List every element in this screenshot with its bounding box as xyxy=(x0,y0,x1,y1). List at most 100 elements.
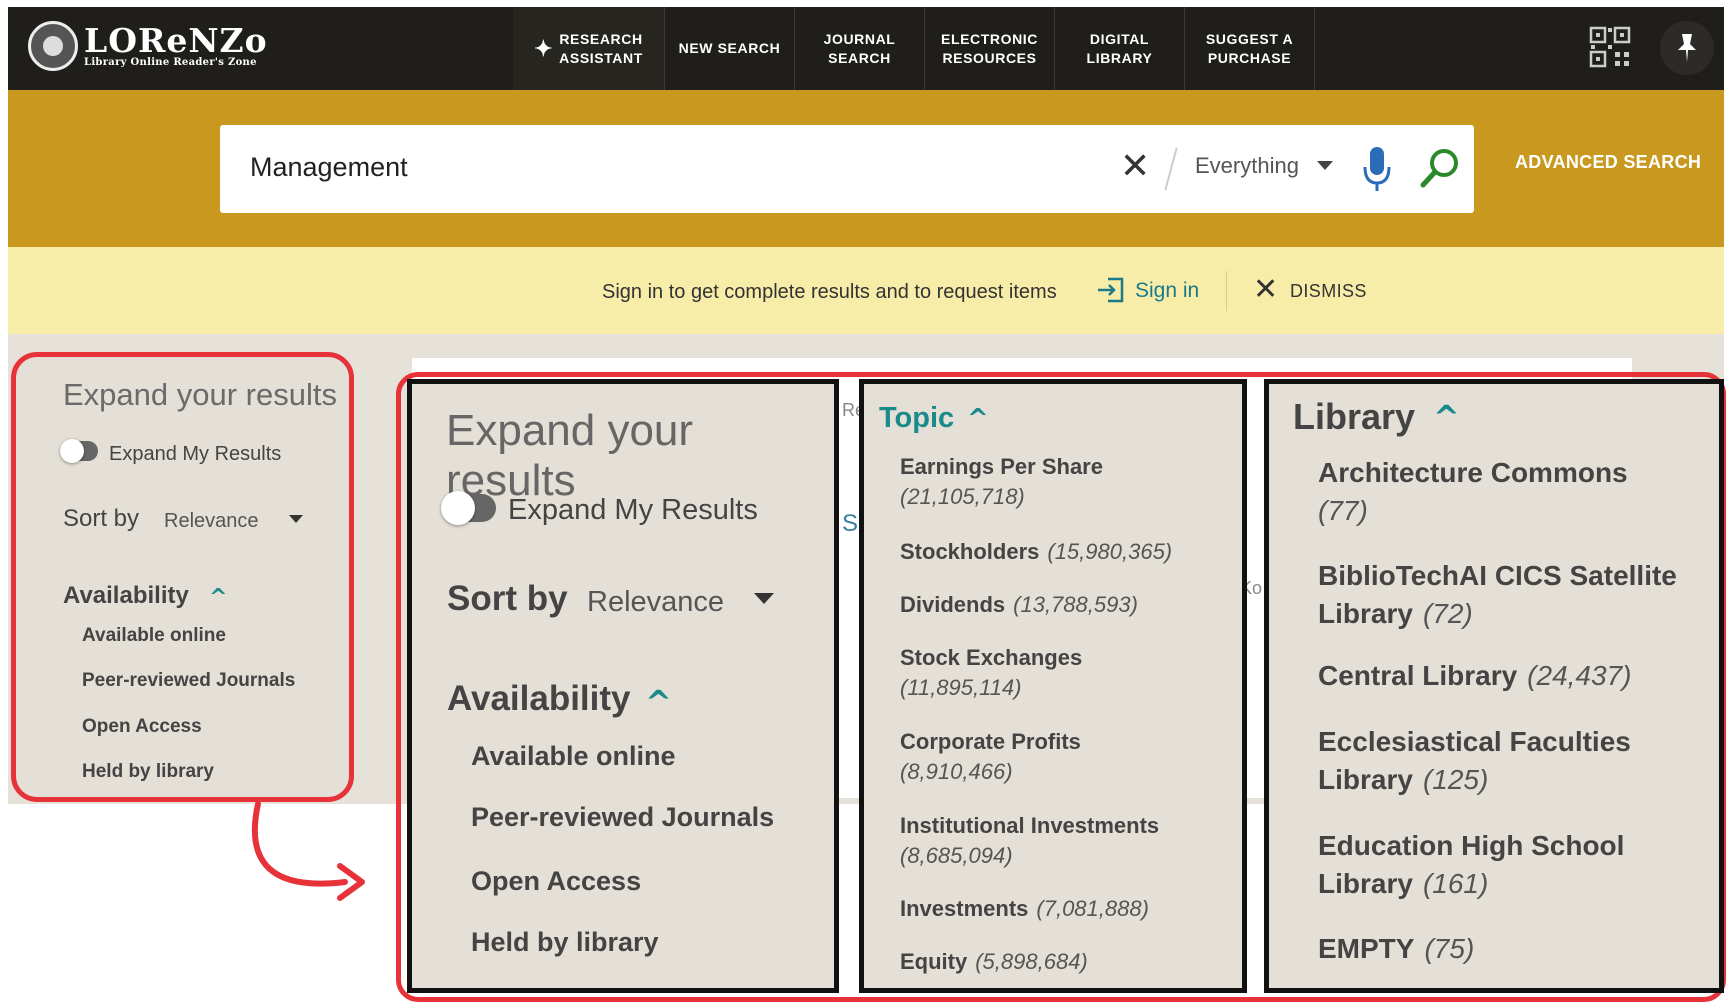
search-band: Management ✕ Everything ADVANCED SEARCH xyxy=(8,90,1724,247)
topic-heading[interactable]: Topic xyxy=(879,402,954,435)
availability-item[interactable]: Peer-reviewed Journals xyxy=(471,802,774,833)
sort-by-label: Sort by xyxy=(63,505,140,532)
facet-panel-original: Expand your results Expand My Results So… xyxy=(11,352,354,802)
chevron-down-icon[interactable] xyxy=(1317,161,1333,170)
chevron-up-icon[interactable]: ^ xyxy=(1433,398,1460,436)
topic-item[interactable]: Equity (5,898,684) xyxy=(900,947,1230,977)
availability-item[interactable]: Held by library xyxy=(471,927,659,958)
topic-item[interactable]: Dividends (13,788,593) xyxy=(900,590,1230,620)
nav-research-assistant[interactable]: ✦ RESEARCH ASSISTANT xyxy=(513,7,665,90)
nav-label: DIGITAL LIBRARY xyxy=(1086,30,1153,66)
qr-code-icon[interactable] xyxy=(1588,25,1632,69)
expand-results-title: Expand your results xyxy=(446,406,694,505)
topic-item-name: Investments xyxy=(900,896,1029,921)
topic-item-count: (15,980,365) xyxy=(1047,539,1173,564)
top-navigation-bar: LOReNZo Library Online Reader's Zone ✦ R… xyxy=(8,7,1724,90)
topic-item[interactable]: Institutional Investments (8,685,094) xyxy=(900,811,1230,871)
nav-journal-search[interactable]: JOURNAL SEARCH xyxy=(795,7,925,90)
topic-item-name: Equity xyxy=(900,949,968,974)
library-item[interactable]: BiblioTechAI CICS Satellite Library (72) xyxy=(1318,557,1718,633)
expand-my-results-toggle[interactable] xyxy=(60,439,98,463)
library-heading[interactable]: Library xyxy=(1293,396,1415,438)
library-item-count: (24,437) xyxy=(1527,660,1632,691)
library-item-count: (72) xyxy=(1422,598,1473,629)
availability-heading[interactable]: Availability xyxy=(447,679,631,719)
search-icon[interactable] xyxy=(1418,145,1462,193)
sign-in-link[interactable]: Sign in xyxy=(1135,279,1199,303)
logo[interactable]: LOReNZo Library Online Reader's Zone xyxy=(28,21,268,71)
toggle-knob xyxy=(441,491,475,525)
sparkle-icon: ✦ xyxy=(534,36,554,61)
nav-label: JOURNAL SEARCH xyxy=(823,30,896,66)
topic-item-count: (7,081,888) xyxy=(1036,896,1149,921)
toggle-knob xyxy=(60,439,84,463)
availability-heading[interactable]: Availability xyxy=(63,582,189,610)
nav-electronic-resources[interactable]: ELECTRONIC RESOURCES xyxy=(925,7,1055,90)
topic-item-count: (21,105,718) xyxy=(900,484,1025,509)
signin-message: Sign in to get complete results and to r… xyxy=(602,281,1057,303)
library-item-name: Central Library xyxy=(1318,660,1518,691)
nav-label: SUGGEST A PURCHASE xyxy=(1205,30,1294,66)
chevron-up-icon[interactable]: ^ xyxy=(645,683,672,721)
availability-item[interactable]: Available online xyxy=(82,625,226,647)
toggle-label: Expand My Results xyxy=(109,443,282,465)
availability-item[interactable]: Available online xyxy=(471,741,676,772)
logo-seal-icon xyxy=(28,21,78,71)
search-scope-select[interactable]: Everything xyxy=(1195,153,1299,179)
search-input[interactable]: Management xyxy=(250,152,408,183)
callout-arrow xyxy=(251,801,365,901)
availability-item[interactable]: Held by library xyxy=(82,761,214,783)
topic-item-count: (5,898,684) xyxy=(975,949,1088,974)
topic-item-name: Dividends xyxy=(900,592,1006,617)
library-item[interactable]: EMPTY (75) xyxy=(1318,930,1718,968)
topic-item[interactable]: Earnings Per Share (21,105,718) xyxy=(900,452,1230,512)
sign-in-icon[interactable] xyxy=(1096,275,1126,305)
topic-item-count: (8,685,094) xyxy=(900,843,1013,868)
chevron-down-icon[interactable] xyxy=(754,593,774,604)
expand-my-results-toggle[interactable] xyxy=(441,491,496,525)
facet-panel-zoomed: Expand your results Expand My Results So… xyxy=(407,379,839,993)
sort-select[interactable]: Relevance xyxy=(164,510,259,533)
toggle-label: Expand My Results xyxy=(508,494,758,526)
advanced-search-link[interactable]: ADVANCED SEARCH xyxy=(1515,152,1701,173)
nav-new-search[interactable]: NEW SEARCH xyxy=(665,7,795,90)
availability-item[interactable]: Open Access xyxy=(471,866,641,897)
nav-label: RESEARCH ASSISTANT xyxy=(559,30,643,66)
microphone-icon[interactable] xyxy=(1360,145,1394,193)
topic-item[interactable]: Stock Exchanges (11,895,114) xyxy=(900,643,1230,703)
library-item-count: (77) xyxy=(1318,495,1368,526)
topic-item[interactable]: Investments (7,081,888) xyxy=(900,894,1230,924)
library-item-name: BiblioTechAI CICS Satellite Library xyxy=(1318,560,1677,629)
search-box: Management ✕ Everything xyxy=(220,125,1474,213)
nav-digital-library[interactable]: DIGITAL LIBRARY xyxy=(1055,7,1185,90)
topic-item-name: Stock Exchanges xyxy=(900,645,1083,670)
library-item-count: (75) xyxy=(1424,933,1475,964)
pin-icon[interactable] xyxy=(1660,21,1714,75)
nav-label: ELECTRONIC RESOURCES xyxy=(941,30,1038,66)
library-item[interactable]: Central Library (24,437) xyxy=(1318,657,1718,695)
topic-item[interactable]: Stockholders (15,980,365) xyxy=(900,537,1230,567)
clear-search-icon[interactable]: ✕ xyxy=(1120,145,1150,189)
topic-item-name: Stockholders xyxy=(900,539,1040,564)
logo-name: LOReNZo xyxy=(84,21,268,60)
library-item-name: Architecture Commons xyxy=(1318,457,1628,488)
dismiss-button[interactable]: DISMISS xyxy=(1290,281,1367,302)
library-item[interactable]: Ecclesiastical Faculties Library (125) xyxy=(1318,723,1718,799)
chevron-down-icon[interactable] xyxy=(289,515,303,523)
availability-item[interactable]: Peer-reviewed Journals xyxy=(82,670,295,692)
close-icon[interactable]: ✕ xyxy=(1253,271,1278,309)
sort-select[interactable]: Relevance xyxy=(587,586,724,619)
chevron-up-icon[interactable]: ^ xyxy=(209,585,227,610)
library-item[interactable]: Education High School Library (161) xyxy=(1318,827,1718,903)
topic-item-name: Institutional Investments xyxy=(900,813,1160,838)
topic-item-name: Earnings Per Share xyxy=(900,454,1103,479)
nav-suggest-purchase[interactable]: SUGGEST A PURCHASE xyxy=(1185,7,1315,90)
library-item[interactable]: Architecture Commons (77) xyxy=(1318,454,1718,530)
availability-item[interactable]: Open Access xyxy=(82,716,202,738)
topic-item[interactable]: Corporate Profits (8,910,466) xyxy=(900,727,1230,787)
logo-tagline: Library Online Reader's Zone xyxy=(84,57,257,68)
search-divider xyxy=(1164,147,1178,191)
topic-item-count: (11,895,114) xyxy=(900,675,1022,700)
chevron-up-icon[interactable]: ^ xyxy=(967,404,989,434)
library-item-count: (161) xyxy=(1422,868,1489,899)
